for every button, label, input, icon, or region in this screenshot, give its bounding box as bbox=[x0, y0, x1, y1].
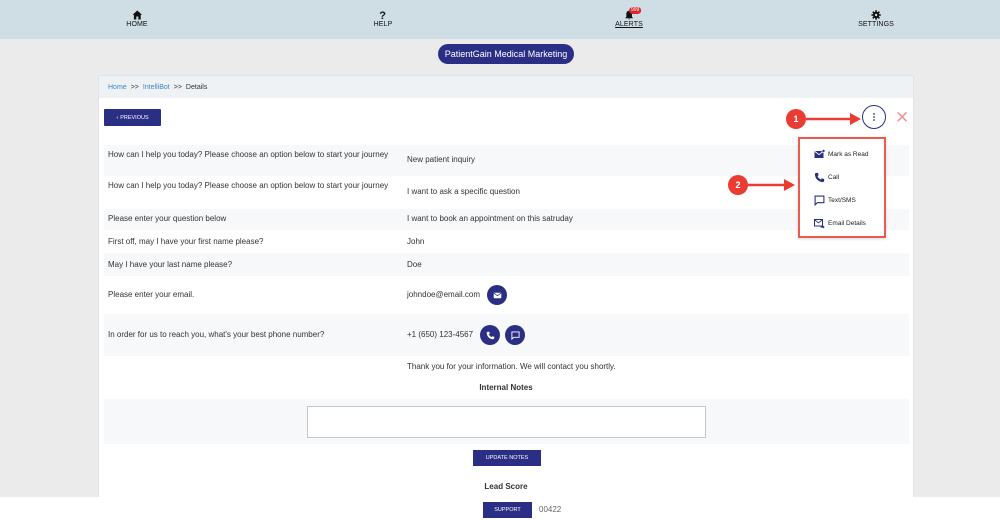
update-notes-button[interactable]: UPDATE NOTES bbox=[473, 450, 541, 466]
chevron-left-icon: ‹ bbox=[116, 114, 119, 121]
breadcrumb-home[interactable]: Home bbox=[108, 84, 127, 91]
question-icon: ? bbox=[380, 10, 387, 20]
phone-icon bbox=[486, 331, 494, 339]
email-icon bbox=[493, 292, 501, 298]
qa-answer: johndoe@email.com bbox=[407, 290, 481, 299]
nav-settings[interactable]: SETTINGS bbox=[858, 10, 894, 28]
nav-home-label: HOME bbox=[126, 21, 148, 28]
actions-menu: Mark as Read Call Text/SMS Email Details bbox=[798, 137, 886, 238]
phone-icon bbox=[814, 172, 825, 183]
callout-badge-1: 1 bbox=[786, 109, 806, 129]
qa-row: May I have your last name please? Doe bbox=[104, 253, 909, 276]
qa-question: Please enter your question below bbox=[108, 214, 227, 223]
brand-pill[interactable]: PatientGain Medical Marketing bbox=[438, 44, 574, 64]
alerts-badge: 999 bbox=[629, 7, 642, 14]
breadcrumb-separator: >> bbox=[173, 83, 182, 91]
qa-row: How can I help you today? Please choose … bbox=[104, 145, 909, 176]
email-forward-icon bbox=[814, 219, 825, 229]
qa-question: How can I help you today? Please choose … bbox=[108, 181, 389, 190]
qa-row: Please enter your email. johndoe@email.c… bbox=[104, 276, 909, 314]
menu-item-label: Text/SMS bbox=[828, 197, 856, 204]
qa-row: In order for us to reach you, what's you… bbox=[104, 314, 909, 356]
breadcrumb-separator: >> bbox=[130, 83, 139, 91]
menu-item-call[interactable]: Call bbox=[814, 172, 839, 183]
qa-question: Please enter your email. bbox=[108, 290, 195, 299]
arrow-right-icon bbox=[748, 179, 795, 191]
qa-row: Please enter your question below I want … bbox=[104, 209, 909, 230]
qa-answer: +1 (650) 123-4567 bbox=[407, 330, 474, 339]
chat-icon bbox=[510, 330, 520, 340]
menu-item-label: Call bbox=[828, 174, 840, 181]
lead-score-title: Lead Score bbox=[484, 482, 528, 491]
arrow-right-icon bbox=[806, 113, 861, 125]
nav-help[interactable]: ? HELP bbox=[374, 10, 393, 28]
nav-help-label: HELP bbox=[373, 21, 393, 28]
menu-item-email-details[interactable]: Email Details bbox=[814, 218, 866, 229]
breadcrumb-current: Details bbox=[185, 83, 208, 91]
callout-badge-2: 2 bbox=[728, 175, 748, 195]
support-button[interactable]: SUPPORT bbox=[483, 502, 532, 518]
home-icon bbox=[132, 10, 142, 20]
vertical-dots-icon bbox=[873, 113, 875, 121]
sms-button[interactable] bbox=[505, 325, 525, 345]
qa-row: First off, may I have your first name pl… bbox=[104, 230, 909, 253]
version-number: 00422 bbox=[539, 505, 562, 514]
nav-alerts[interactable]: 999 ALERTS bbox=[615, 7, 643, 28]
qa-question: In order for us to reach you, what's you… bbox=[108, 330, 325, 339]
chat-icon bbox=[814, 195, 825, 206]
svg-text:?: ? bbox=[380, 10, 387, 20]
qa-answer: I want to ask a specific question bbox=[407, 187, 520, 196]
qa-answer: New patient inquiry bbox=[407, 155, 476, 164]
nav-settings-label: SETTINGS bbox=[858, 21, 894, 28]
qa-answer: Doe bbox=[407, 260, 422, 269]
email-button[interactable] bbox=[487, 285, 507, 305]
gear-icon bbox=[871, 10, 881, 20]
qa-answer: I want to book an appointment on this sa… bbox=[407, 214, 573, 223]
internal-notes-title: Internal Notes bbox=[479, 383, 533, 392]
qa-answer: Thank you for your information. We will … bbox=[407, 362, 616, 371]
details-card: Home >> IntelliBot >> Details ‹ PREVIOUS… bbox=[98, 75, 914, 505]
nav-home[interactable]: HOME bbox=[126, 10, 148, 28]
nav-alerts-label: ALERTS bbox=[615, 21, 643, 28]
qa-question: May I have your last name please? bbox=[108, 260, 233, 269]
mail-read-icon bbox=[814, 149, 825, 158]
previous-button-label: PREVIOUS bbox=[120, 114, 149, 121]
menu-item-label: Mark as Read bbox=[828, 151, 869, 158]
top-nav: HOME ? HELP 999 ALERTS SETTINGS bbox=[0, 0, 1000, 39]
menu-item-label: Email Details bbox=[828, 220, 866, 227]
breadcrumb-intellibot[interactable]: IntelliBot bbox=[143, 84, 170, 91]
qa-question: First off, may I have your first name pl… bbox=[108, 237, 264, 246]
qa-answer: John bbox=[407, 237, 425, 246]
call-button[interactable] bbox=[480, 325, 500, 345]
qa-row: Thank you for your information. We will … bbox=[104, 356, 909, 378]
previous-button[interactable]: ‹ PREVIOUS bbox=[104, 109, 161, 126]
close-icon[interactable]: ✕ bbox=[895, 109, 909, 126]
menu-item-mark-as-read[interactable]: Mark as Read bbox=[814, 149, 868, 160]
menu-item-text-sms[interactable]: Text/SMS bbox=[814, 195, 856, 206]
internal-notes-input[interactable] bbox=[307, 406, 706, 438]
qa-question: How can I help you today? Please choose … bbox=[108, 150, 389, 159]
more-options-button[interactable] bbox=[862, 105, 886, 129]
breadcrumb: Home >> IntelliBot >> Details bbox=[99, 76, 913, 98]
